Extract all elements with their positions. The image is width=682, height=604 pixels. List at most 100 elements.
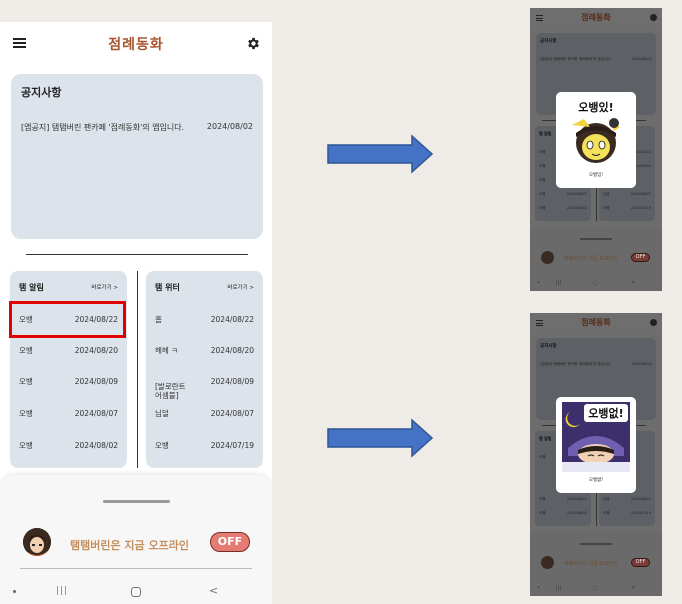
settings-gear-icon [650,319,657,326]
main-phone-screen: 점례동화 공지사항 [앱공지] 탬탬버린 팬카페 '점례동화'의 앱입니다. 2… [0,22,272,604]
mini-alarm-item: 오뱅 2024/08/02 [539,511,587,516]
column-divider [137,271,138,468]
mini-alarm-date: 2024/08/07 [566,497,587,501]
popup-sticker-text: 오뱅있! [578,100,613,114]
tweet-item[interactable]: 헤헤 ㅋ 2024/08/20 [155,346,254,356]
tweet-item-text: [발로란트 어셈블] [155,382,186,400]
popup-caption: 오뱅임! [588,173,604,178]
mini-tweet-text: 오뱅 [603,511,610,515]
alarm-item-date: 2024/08/07 [74,409,118,418]
mini-recent-button: ||| [556,280,562,286]
mini-alarm-date: 2024/08/07 [566,192,587,196]
live-status-toggle[interactable]: OFF [210,532,250,552]
notice-card: 공지사항 [앱공지] 탬탬버린 팬카페 '점례동화'의 앱입니다. 2024/0… [11,74,263,239]
nav-dot-icon: • [537,585,540,591]
mini-tweet-item: 님덜 2024/08/07 [603,192,651,197]
tweet-item-date: 2024/07/19 [210,441,254,450]
tweet-item[interactable]: [발로란트 어셈블] 2024/08/09 [155,373,254,409]
settings-gear-icon[interactable] [246,36,261,51]
streamer-avatar [23,528,51,556]
mini-notice-title: 공지사항 [540,39,557,44]
mini-tweet-text: 오뱅 [603,206,610,210]
mini-alarm-text: 오뱅 [539,178,546,182]
mini-notice-date: 2024/08/02 [631,362,652,366]
mini-status-toggle: OFF [631,253,650,262]
mini-notice-text: [앱공지] 탬탬버린 팬카페 '점례동화'의 앱입니다. [540,57,612,61]
mini-top-bar: 점례동화 [530,8,662,28]
mini-tweet-item: 오뱅 2024/07/19 [603,206,651,211]
offline-sticker-image: 오뱅없! [562,402,630,472]
popup-preview-live: 점례동화 공지사항 [앱공지] 탬탬버린 팬카페 '점례동화'의 앱입니다. 2… [530,8,662,291]
notice-item-date: 2024/08/02 [206,122,253,131]
mini-tweet-item: 오뱅 2024/07/19 [603,511,651,516]
alarm-item-text: 오뱅 [19,441,33,450]
twitter-panel-title: 탬 위터 [155,283,180,292]
alarm-item[interactable]: 오뱅 2024/08/09 [19,377,118,387]
recent-apps-button[interactable]: ||| [56,586,68,596]
right-arrow-icon [327,134,434,174]
popup-caption: 오뱅없! [588,478,604,483]
home-button[interactable] [131,587,141,597]
mini-tweet-date: 2024/08/07 [630,497,651,501]
mini-drag-handle [580,543,612,545]
mini-alarm-text: 오뱅 [539,206,546,210]
mini-status-text: 탬탬버린은 지금 오프라인 [564,561,618,567]
mini-alarm-text: 오뱅 [539,192,546,196]
alarm-go-link[interactable]: 바로가기 > [91,283,118,291]
tweet-item[interactable]: 오뱅 2024/07/19 [155,441,254,451]
mini-tweet-item: 님덜 2024/08/07 [603,497,651,502]
live-sticker-image: 오뱅있! [562,97,630,167]
mini-notice-date: 2024/08/02 [631,57,652,61]
mini-streamer-avatar [541,556,554,569]
mini-alarm-date: 2024/08/02 [566,511,587,515]
mini-streamer-avatar [541,251,554,264]
system-nav-bar: ||| < [0,581,272,604]
notice-item-text: [앱공지] 탬탬버린 팬카페 '점례동화'의 앱입니다. [21,123,185,132]
back-button[interactable]: < [209,584,218,597]
nav-dot-icon: • [537,280,540,286]
tweet-item[interactable]: 님덜 2024/08/07 [155,409,254,419]
top-app-bar: 점례동화 [0,22,272,66]
app-title: 점례동화 [108,37,164,53]
mini-alarm-text: 오뱅 [539,164,546,168]
tweet-item-text: 오뱅 [155,441,169,450]
mini-alarm-title: 탬 알림 [539,436,552,441]
alarm-panel-title: 탬 알림 [19,283,44,292]
mini-notice-item: [앱공지] 탬탬버린 팬카페 '점례동화'의 앱입니다. 2024/08/02 [540,57,652,62]
tweet-item-date: 2024/08/20 [210,346,254,355]
mini-notice-title: 공지사항 [540,344,557,349]
popup-preview-offline: 점례동화 공지사항 [앱공지] 탬탬버린 팬카페 '점례동화'의 앱입니다. 2… [530,313,662,596]
mini-app-title: 점례동화 [581,12,611,22]
tweet-item-text: 헤헤 ㅋ [155,346,179,355]
mini-tweet-text: 님덜 [603,192,610,196]
mini-back-button: < [631,280,636,286]
alarm-item[interactable]: 오뱅 2024/08/20 [19,346,118,356]
nav-dot-icon [13,590,16,593]
mini-top-bar: 점례동화 [530,313,662,333]
alarm-item-text: 오뱅 [19,409,33,418]
alarm-item[interactable]: 오뱅 2024/08/07 [19,409,118,419]
twitter-panel: 탬 위터 바로가기 > 홈 2024/08/22 헤헤 ㅋ 2024/08/20… [146,271,263,468]
mini-nav-bar: • ||| ▢ < [530,278,662,291]
tweet-item[interactable]: 홈 2024/08/22 [155,315,254,325]
mini-status-toggle: OFF [631,558,650,567]
mini-alarm-text: 오뱅 [539,497,546,501]
mini-tweet-date: 2024/07/19 [630,511,651,515]
notice-item[interactable]: [앱공지] 탬탬버린 팬카페 '점례동화'의 앱입니다. 2024/08/02 [21,122,253,133]
alarm-item[interactable]: 오뱅 2024/08/02 [19,441,118,451]
mini-home-icon: ▢ [593,280,598,286]
offline-popup-dialog[interactable]: 오뱅없! 오뱅없! [556,397,636,493]
alarm-item-date: 2024/08/20 [74,346,118,355]
live-popup-dialog[interactable]: 오뱅있! 오뱅임! [556,92,636,188]
mini-notice-text: [앱공지] 탬탬버린 팬카페 '점례동화'의 앱입니다. [540,362,612,366]
mini-notice-item: [앱공지] 탬탬버린 팬카페 '점례동화'의 앱입니다. 2024/08/02 [540,362,652,367]
alarm-item-date: 2024/08/02 [74,441,118,450]
mini-recent-button: ||| [556,585,562,591]
mini-tweet-date: 2024/08/07 [630,192,651,196]
twitter-go-link[interactable]: 바로가기 > [227,283,254,291]
mini-alarm-title: 탬 알림 [539,131,552,136]
mini-app-title: 점례동화 [581,317,611,327]
drag-handle[interactable] [103,500,170,503]
alarm-item-text: 오뱅 [19,377,33,386]
mini-home-icon: ▢ [593,585,598,591]
